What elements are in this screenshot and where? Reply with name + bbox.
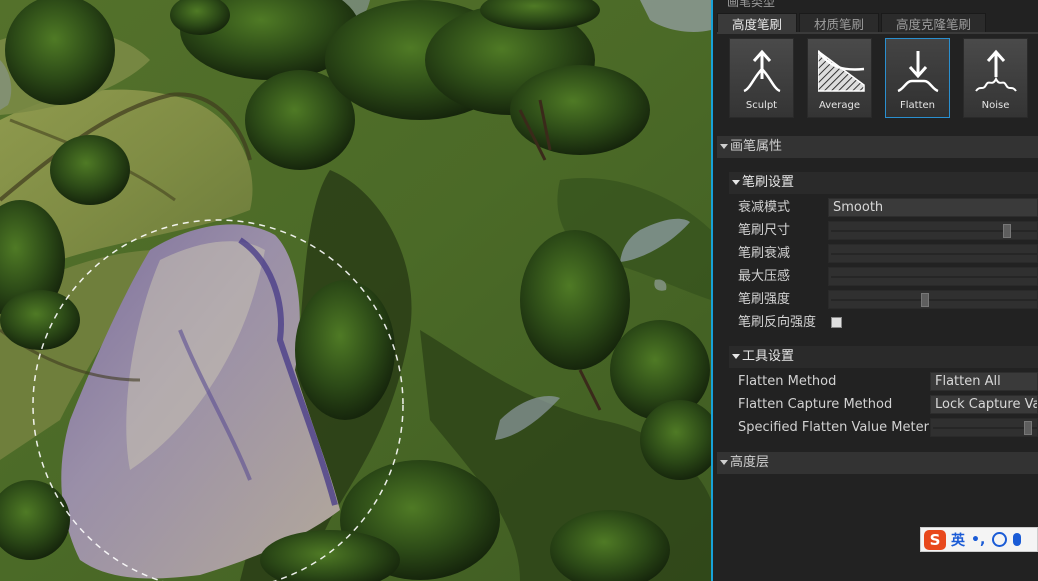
flatten-capture-method-label: Flatten Capture Method	[738, 397, 893, 412]
specified-flatten-value-slider[interactable]	[930, 418, 1038, 437]
brush-button-sculpt[interactable]: Sculpt	[729, 38, 794, 118]
ime-mode-toggle[interactable]: 英	[951, 530, 965, 550]
slider-knob[interactable]	[1024, 421, 1032, 435]
slider-knob[interactable]	[921, 293, 929, 307]
collapse-triangle-icon	[732, 354, 740, 359]
invert-strength-label: 笔刷反向强度	[738, 315, 817, 330]
collapse-triangle-icon	[732, 180, 740, 185]
flatten-capture-method-dropdown[interactable]: Lock Capture Value	[930, 395, 1038, 414]
falloff-mode-dropdown[interactable]: Smooth	[828, 198, 1038, 217]
brush-button-flatten[interactable]: Flatten	[885, 38, 950, 118]
brush-falloff-label: 笔刷衰减	[738, 246, 791, 261]
invert-strength-checkbox[interactable]	[831, 317, 842, 328]
terrain-tool-panel: 画笔类型 高度笔刷 材质笔刷 高度克隆笔刷 Sculpt Average Fla…	[711, 0, 1038, 581]
microphone-icon[interactable]	[1013, 533, 1022, 546]
brush-size-slider[interactable]	[828, 221, 1038, 240]
tab-height-brush[interactable]: 高度笔刷	[717, 13, 798, 33]
brush-strength-label: 笔刷强度	[738, 292, 791, 307]
slider-groove	[831, 253, 1037, 255]
tab-material-brush[interactable]: 材质笔刷	[799, 13, 880, 33]
max-pressure-slider[interactable]	[828, 267, 1038, 286]
tabbar-divider	[717, 32, 1038, 34]
brush-tabs: 高度笔刷 材质笔刷 高度克隆笔刷	[717, 13, 988, 33]
brush-button-noise[interactable]: Noise	[963, 38, 1028, 118]
max-pressure-label: 最大压感	[738, 269, 791, 284]
falloff-mode-label: 衰减模式	[738, 200, 791, 215]
brush-falloff-slider[interactable]	[828, 244, 1038, 263]
ime-toolbar[interactable]: S 英 •,	[920, 527, 1038, 552]
sculpt-icon	[743, 49, 781, 93]
brush-properties-title: 画笔属性	[730, 139, 783, 154]
brush-settings-header[interactable]: 笔刷设置	[729, 172, 1038, 194]
height-layers-title: 高度层	[730, 455, 770, 470]
brush-type-section-title: 画笔类型	[727, 0, 776, 9]
flatten-method-dropdown[interactable]: Flatten All	[930, 372, 1038, 391]
average-icon	[818, 50, 865, 92]
noise-icon	[975, 49, 1017, 92]
height-layers-header[interactable]: 高度层	[717, 452, 1038, 474]
tool-settings-title: 工具设置	[742, 349, 795, 364]
flatten-icon	[897, 51, 939, 93]
collapse-triangle-icon	[720, 144, 728, 149]
brush-settings-title: 笔刷设置	[742, 175, 795, 190]
brush-properties-header[interactable]: 画笔属性	[717, 136, 1038, 158]
terrain-render[interactable]	[0, 0, 711, 581]
brush-label-sculpt: Sculpt	[745, 100, 778, 111]
emoji-icon[interactable]	[992, 532, 1008, 547]
brush-label-noise: Noise	[981, 100, 1010, 111]
brush-size-label: 笔刷尺寸	[738, 223, 791, 238]
brush-buttons: Sculpt Average Flatten Noise	[729, 38, 1038, 118]
brush-label-flatten: Flatten	[900, 100, 935, 111]
tab-height-clone-brush[interactable]: 高度克隆笔刷	[881, 13, 987, 33]
tool-settings-header[interactable]: 工具设置	[729, 346, 1038, 368]
flatten-method-label: Flatten Method	[738, 374, 837, 389]
terrain-viewport[interactable]	[0, 0, 711, 581]
sogou-logo-icon[interactable]: S	[924, 529, 946, 550]
slider-groove	[933, 427, 1037, 429]
brush-strength-slider[interactable]	[828, 290, 1038, 309]
collapse-triangle-icon	[720, 460, 728, 465]
brush-label-average: Average	[818, 100, 861, 111]
slider-groove	[831, 276, 1037, 278]
brush-button-average[interactable]: Average	[807, 38, 872, 118]
slider-groove	[831, 299, 1037, 301]
slider-knob[interactable]	[1003, 224, 1011, 238]
ime-punctuation-toggle[interactable]: •,	[971, 532, 985, 548]
specified-flatten-value-label: Specified Flatten Value Meter	[738, 420, 929, 435]
